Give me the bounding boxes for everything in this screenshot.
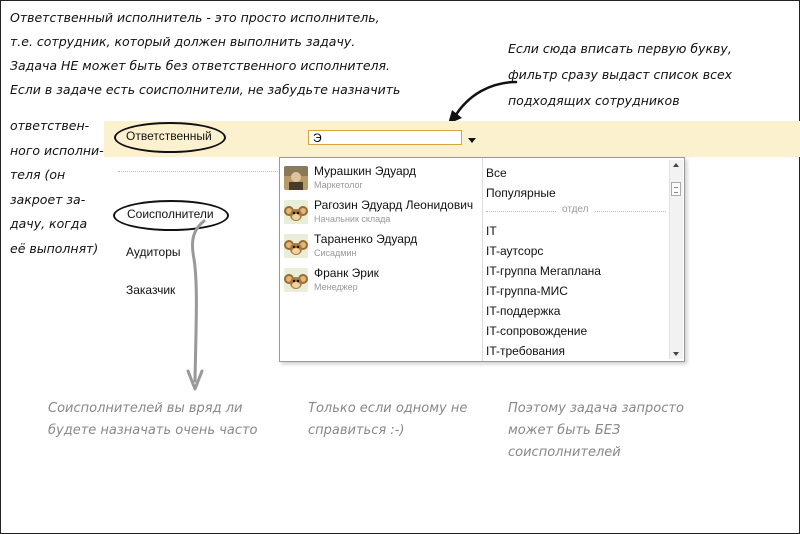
group-item-all[interactable]: Все [486, 166, 507, 180]
role-customer[interactable]: Заказчик [126, 283, 175, 297]
employee-item[interactable]: Рагозин Эдуард Леонидович Начальник скла… [284, 198, 482, 232]
annotation-top-right: Если сюда вписать первую букву, фильтр с… [508, 36, 732, 114]
role-auditors[interactable]: Аудиторы [126, 245, 181, 259]
annotation-bottom-only-if: Только если одному не справиться :-) [308, 398, 467, 442]
employee-role: Менеджер [314, 282, 358, 292]
employee-name: Рагозин Эдуард Леонидович [314, 198, 474, 212]
employee-item[interactable]: Мурашкин Эдуард Маркетолог [284, 164, 482, 198]
role-responsible[interactable]: Ответственный [126, 129, 212, 143]
group-item[interactable]: IT-группа-МИС [486, 284, 568, 298]
employee-item[interactable]: Франк Эрик Менеджер [284, 266, 482, 300]
employee-list: Мурашкин Эдуард Маркетолог Рагозин Эдуар… [280, 158, 483, 361]
dropdown-toggle-icon[interactable] [468, 138, 476, 143]
annotation-line: ответствен- [10, 118, 90, 133]
annotation-line: Если в задаче есть соисполнители, не заб… [10, 82, 401, 97]
annotation-line: ного исполни- [10, 142, 104, 158]
employee-name: Тараненко Эдуард [314, 232, 418, 246]
annotation-left-column: ответствен- ного исполни- теля (он закро… [10, 114, 104, 261]
employee-role: Сисадмин [314, 248, 357, 258]
annotation-line: соисполнителей [508, 445, 621, 460]
avatar-cheburashka-icon [284, 200, 308, 224]
group-item[interactable]: IT-группа Мегаплана [486, 264, 601, 278]
annotation-line: Задача НЕ может быть без ответственного … [10, 58, 390, 73]
annotation-line: Если сюда вписать первую букву, [508, 41, 732, 56]
avatar-cheburashka-icon [284, 268, 308, 292]
avatar-cheburashka-icon [284, 234, 308, 258]
dropdown-scrollbar[interactable] [669, 160, 683, 359]
employee-name: Мурашкин Эдуард [314, 164, 417, 178]
annotation-line: может быть БЕЗ [508, 423, 621, 438]
annotation-line: будете назначать очень часто [48, 423, 258, 438]
group-item-popular[interactable]: Популярные [486, 186, 556, 200]
employee-role: Маркетолог [314, 180, 363, 190]
annotation-line: подходящих сотрудников [508, 93, 680, 108]
annotation-line: справиться :-) [308, 423, 405, 438]
employee-item[interactable]: Тараненко Эдуард Сисадмин [284, 232, 482, 266]
employee-dropdown: Мурашкин Эдуард Маркетолог Рагозин Эдуар… [279, 157, 685, 362]
annotation-line: её выполнят) [10, 240, 99, 256]
employee-role: Начальник склада [314, 214, 391, 224]
group-item[interactable]: IT [486, 224, 497, 238]
annotation-top-left: Ответственный исполнитель - это просто и… [10, 6, 400, 102]
scrollbar-thumb[interactable] [671, 182, 681, 196]
annotation-line: Соисполнителей вы вряд ли [48, 401, 243, 416]
annotation-line: т.е. сотрудник, который должен выполнить… [10, 34, 356, 49]
separator-label: отдел [556, 204, 595, 215]
employee-name: Франк Эрик [314, 266, 379, 280]
annotation-line: дачу, когда [10, 216, 88, 231]
employee-search-input[interactable]: Э [308, 130, 462, 145]
annotation-line: Только если одному не [308, 401, 468, 416]
annotation-line: закроет за- [10, 191, 86, 207]
annotation-bottom-without: Поэтому задача запросто может быть БЕЗ с… [508, 398, 684, 464]
arrow-down-icon [186, 219, 206, 391]
avatar-photo-icon [284, 166, 308, 190]
group-separator: отдел [486, 204, 666, 217]
annotation-bottom-coexecutors: Соисполнителей вы вряд ли будете назнача… [48, 398, 258, 442]
group-list: Все Популярные отдел IT IT-аутсорс IT-гр… [486, 158, 666, 361]
group-item[interactable]: IT-аутсорс [486, 244, 543, 258]
annotation-line: Ответственный исполнитель - это просто и… [10, 10, 380, 25]
scroll-down-icon[interactable] [673, 352, 679, 356]
annotation-line: фильтр сразу выдаст список всех [508, 67, 733, 82]
group-item[interactable]: IT-сопровождение [486, 324, 587, 338]
group-item[interactable]: IT-поддержка [486, 304, 560, 318]
annotation-line: Поэтому задача запросто [508, 401, 684, 416]
group-item[interactable]: IT-требования [486, 344, 565, 358]
scroll-up-icon[interactable] [673, 163, 679, 167]
annotation-line: теля (он [10, 167, 66, 182]
